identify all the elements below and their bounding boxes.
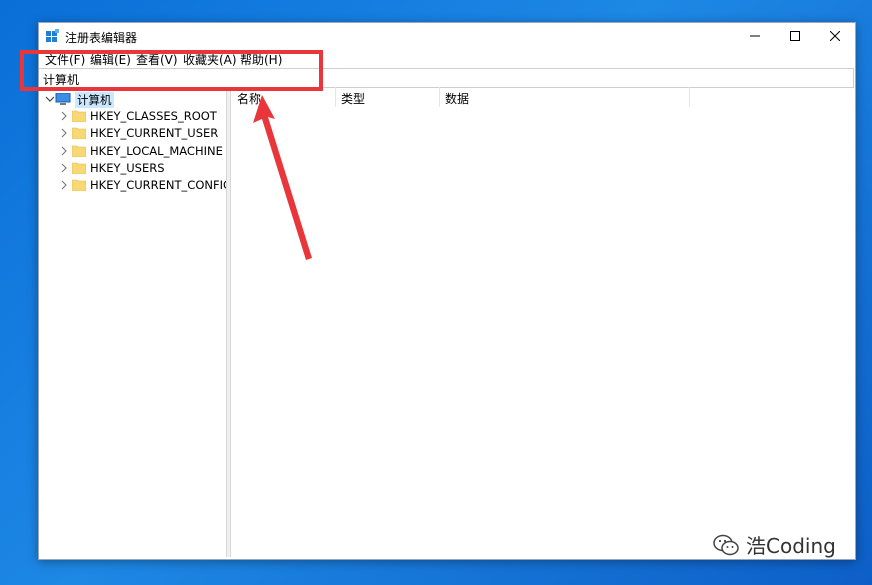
column-header-label: 类型 [341,92,366,106]
window-title: 注册表编辑器 [65,31,138,45]
registry-editor-window: 注册表编辑器 文件(F) 编辑(E) 查看(V) 收藏夹(A) 帮助(H) 计算… [38,22,856,560]
tree-item-label: HKEY_LOCAL_MACHINE [90,144,223,158]
registry-tree: 计算机 HKEY_CLASSES_ROOT HKEY_CURRENT_USER … [39,87,227,557]
close-icon [830,31,840,41]
folder-icon [72,110,86,122]
minimize-button[interactable] [735,23,775,49]
tree-item-label: HKEY_CURRENT_CONFIG [90,178,227,192]
watermark-text: 浩Coding [746,534,836,558]
annotation-highlight-box [20,50,323,91]
folder-icon [72,127,86,139]
tree-item-label: HKEY_CLASSES_ROOT [90,109,217,123]
maximize-icon [790,31,800,41]
tree-item-hkey-users[interactable]: HKEY_USERS [39,160,226,177]
column-divider[interactable] [689,87,690,107]
title-bar[interactable]: 注册表编辑器 [39,23,855,49]
chevron-down-icon[interactable] [45,93,55,105]
tree-item-label: HKEY_CURRENT_USER [90,126,219,140]
tree-item-hkey-classes-root[interactable]: HKEY_CLASSES_ROOT [39,108,226,125]
chevron-right-icon[interactable] [59,127,69,139]
wechat-icon [713,534,739,555]
tree-item-hkey-current-config[interactable]: HKEY_CURRENT_CONFIG [39,177,226,194]
chevron-right-icon[interactable] [59,145,69,157]
tree-item-label: 计算机 [75,92,114,108]
minimize-icon [750,35,760,37]
computer-icon [55,93,71,105]
chevron-right-icon[interactable] [59,162,69,174]
tree-item-computer[interactable]: 计算机 [39,91,226,108]
folder-icon [72,145,86,157]
annotation-arrow-icon [253,95,312,260]
folder-icon [72,179,86,191]
tree-item-hkey-local-machine[interactable]: HKEY_LOCAL_MACHINE [39,143,226,160]
column-header-type[interactable]: 类型 [335,87,439,107]
column-header-data[interactable]: 数据 [439,87,689,107]
column-header-label: 数据 [445,92,470,106]
folder-icon [72,162,86,174]
chevron-right-icon[interactable] [59,110,69,122]
tree-item-hkey-current-user[interactable]: HKEY_CURRENT_USER [39,125,226,142]
close-button[interactable] [815,23,855,49]
watermark: 浩Coding [712,530,836,559]
chevron-right-icon[interactable] [59,179,69,191]
registry-editor-icon [46,29,59,42]
values-list: 名称 类型 数据 [231,87,853,557]
tree-item-label: HKEY_USERS [90,161,165,175]
maximize-button[interactable] [775,23,815,49]
